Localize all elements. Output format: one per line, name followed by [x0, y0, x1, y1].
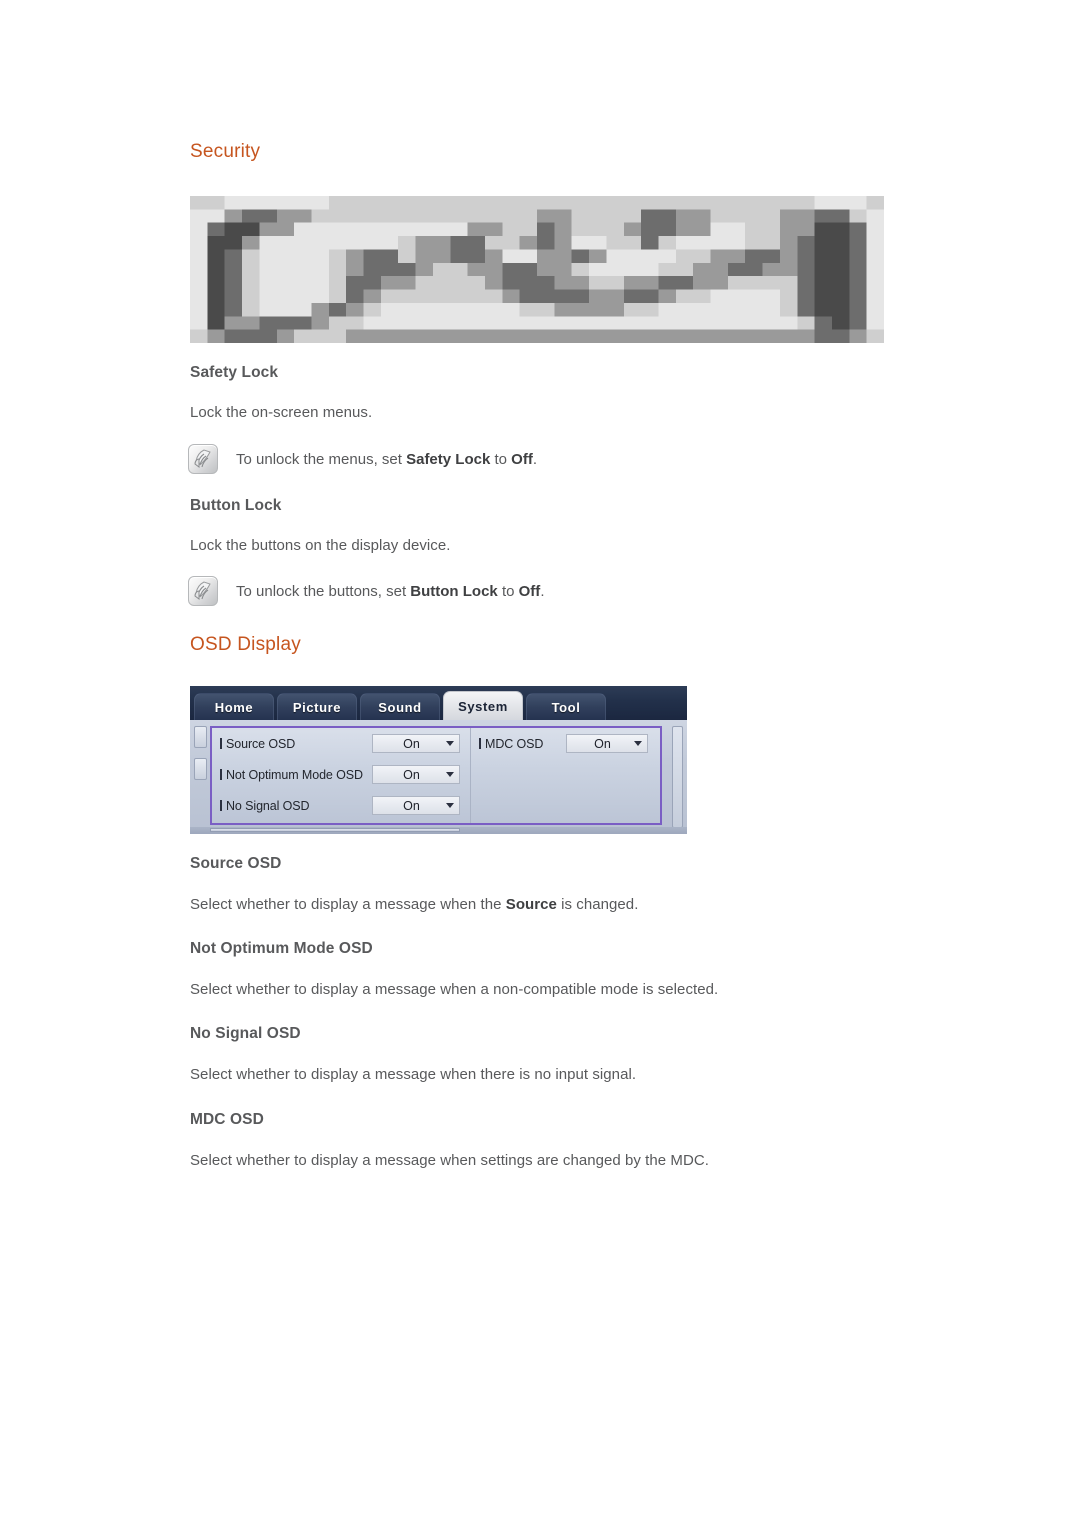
bullet-icon — [479, 738, 481, 749]
tab-home-label: Home — [214, 699, 254, 715]
osd-menu-screenshot: Home Picture Sound System Tool Source OS… — [190, 686, 687, 834]
tab-tool-label: Tool — [551, 699, 581, 715]
osd-select-mdc-osd-value: On — [594, 736, 611, 751]
note-bold-button-lock: Button Lock — [410, 582, 498, 600]
subheading-mdc-osd: MDC OSD — [190, 1111, 264, 1128]
description-source-osd: Select whether to display a message when… — [190, 896, 638, 913]
osd-tab-bar: Home Picture Sound System Tool — [190, 686, 687, 720]
osd-label-no-signal-osd: No Signal OSD — [226, 798, 310, 813]
osd-row-source-osd: Source OSD On — [212, 728, 470, 759]
description-not-optimum-mode-osd: Select whether to display a message when… — [190, 981, 719, 998]
manual-page: Security Safety Lock Lock the on-screen … — [0, 0, 1080, 1527]
note-hand-icon — [188, 576, 218, 606]
note-bold-off: Off — [511, 450, 533, 468]
tab-tool[interactable]: Tool — [526, 693, 606, 720]
note-safety-lock: To unlock the menus, set Safety Lock to … — [188, 444, 537, 474]
tab-sound[interactable]: Sound — [360, 693, 440, 720]
bullet-icon — [220, 800, 222, 811]
note-prefix: To unlock the menus, set — [236, 450, 407, 468]
tab-system[interactable]: System — [443, 691, 523, 720]
tab-system-label: System — [458, 698, 508, 714]
osd-select-not-optimum-mode-osd-value: On — [403, 767, 420, 782]
osd-label-source-osd: Source OSD — [226, 736, 296, 751]
chevron-down-icon — [632, 738, 643, 749]
osd-row-not-optimum-mode-osd: Not Optimum Mode OSD On — [212, 759, 470, 790]
desc-prefix: Select whether to display a message when… — [190, 896, 506, 913]
chevron-down-icon — [444, 800, 455, 811]
note-mid: to — [497, 582, 519, 600]
tab-picture-label: Picture — [292, 699, 342, 715]
osd-row-no-signal-osd: No Signal OSD On — [212, 790, 470, 821]
rail-button-up[interactable] — [194, 726, 207, 748]
note-button-lock: To unlock the buttons, set Button Lock t… — [188, 576, 544, 606]
osd-select-no-signal-osd-value: On — [403, 798, 420, 813]
security-menu-screenshot-corrupted — [190, 196, 884, 343]
osd-right-scrollbar[interactable] — [672, 726, 683, 828]
osd-select-mdc-osd[interactable]: On — [566, 734, 648, 753]
desc-suffix: is changed. — [556, 896, 639, 913]
osd-select-not-optimum-mode-osd[interactable]: On — [372, 765, 460, 784]
page-title-security: Security — [190, 141, 261, 162]
osd-settings-panel: Source OSD On Not Optimum Mode OSD On No… — [210, 726, 662, 825]
chevron-down-icon — [444, 738, 455, 749]
osd-left-rail — [194, 726, 207, 826]
description-safety-lock: Lock the on-screen menus. — [190, 404, 373, 421]
description-no-signal-osd: Select whether to display a message when… — [190, 1066, 637, 1083]
osd-footer-bar — [190, 827, 687, 834]
osd-select-source-osd-value: On — [403, 736, 420, 751]
note-suffix: . — [532, 450, 537, 468]
osd-select-no-signal-osd[interactable]: On — [372, 796, 460, 815]
note-prefix: To unlock the buttons, set — [236, 582, 411, 600]
tab-picture[interactable]: Picture — [277, 693, 357, 720]
note-hand-icon — [188, 444, 218, 474]
note-suffix: . — [540, 582, 545, 600]
page-title-osd-display: OSD Display — [190, 634, 301, 655]
desc-bold-source: Source — [505, 896, 557, 913]
subheading-source-osd: Source OSD — [190, 855, 282, 872]
osd-footer-progress — [210, 828, 460, 832]
osd-label-not-optimum-mode-osd: Not Optimum Mode OSD — [226, 767, 363, 782]
osd-select-source-osd[interactable]: On — [372, 734, 460, 753]
note-mid: to — [490, 450, 512, 468]
subheading-not-optimum-mode-osd: Not Optimum Mode OSD — [190, 940, 373, 957]
note-button-lock-text: To unlock the buttons, set Button Lock t… — [236, 583, 544, 600]
description-button-lock: Lock the buttons on the display device. — [190, 537, 451, 554]
note-bold-off: Off — [518, 582, 541, 600]
osd-column-right: MDC OSD On — [471, 728, 660, 823]
subheading-button-lock: Button Lock — [190, 497, 282, 514]
tab-sound-label: Sound — [378, 699, 422, 715]
subheading-safety-lock: Safety Lock — [190, 364, 279, 381]
osd-label-mdc-osd: MDC OSD — [485, 736, 544, 751]
description-mdc-osd: Select whether to display a message when… — [190, 1152, 709, 1169]
chevron-down-icon — [444, 769, 455, 780]
osd-column-left: Source OSD On Not Optimum Mode OSD On No… — [212, 728, 471, 823]
osd-row-mdc-osd: MDC OSD On — [471, 728, 660, 759]
bullet-icon — [220, 738, 222, 749]
note-safety-lock-text: To unlock the menus, set Safety Lock to … — [236, 451, 537, 468]
note-bold-safety-lock: Safety Lock — [406, 450, 491, 468]
rail-button-down[interactable] — [194, 758, 207, 780]
subheading-no-signal-osd: No Signal OSD — [190, 1025, 301, 1042]
tab-home[interactable]: Home — [194, 693, 274, 720]
bullet-icon — [220, 769, 222, 780]
